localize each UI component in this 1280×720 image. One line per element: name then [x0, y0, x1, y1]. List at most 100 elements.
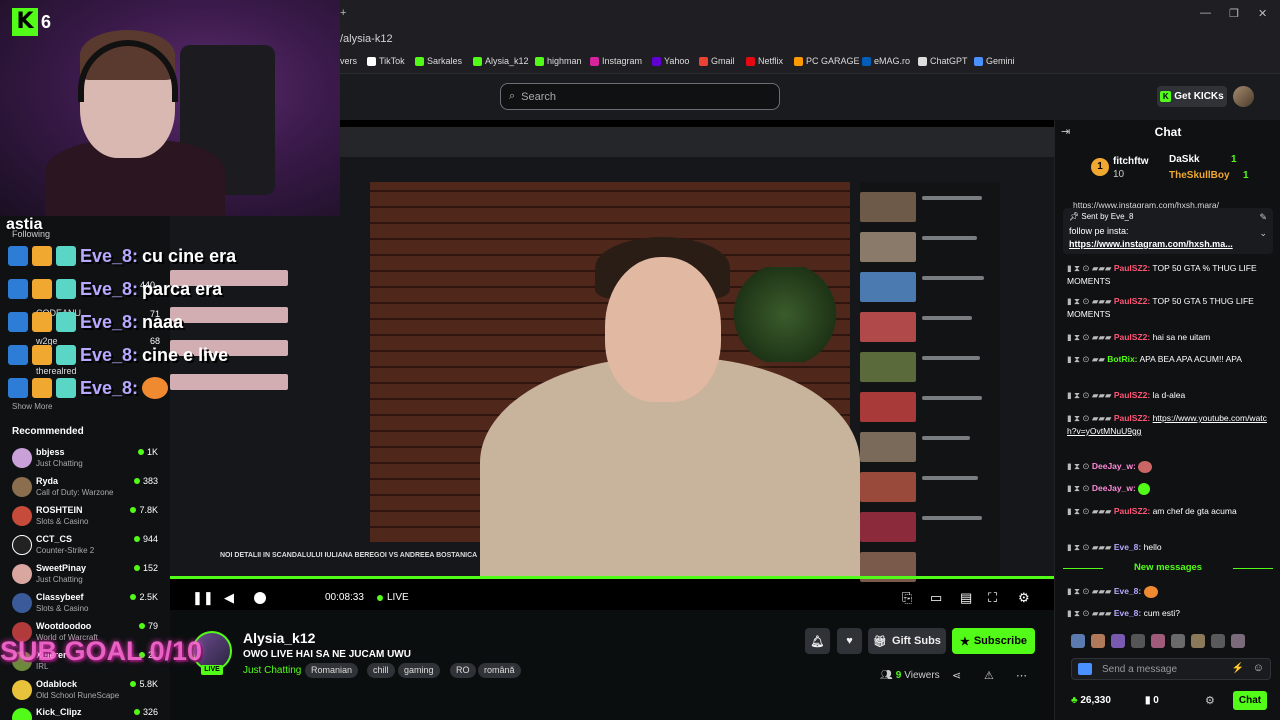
tiktok-icon	[367, 56, 376, 66]
overlay-chat-message: Eve_8: cu cine era	[8, 242, 236, 270]
user-avatar[interactable]	[1233, 86, 1254, 107]
theater-mode-icon[interactable]: ▤	[960, 590, 972, 606]
video-thumbnail	[860, 352, 916, 382]
recommended-channel[interactable]: bbjess Just Chatting 1K	[8, 446, 160, 474]
emote-icon[interactable]	[1111, 634, 1125, 648]
subscribe-button[interactable]: ★ Subscribe	[952, 628, 1035, 654]
badge-icon	[56, 378, 76, 398]
tag-chill[interactable]: chill	[367, 663, 395, 678]
notification-bell-button[interactable]: 🔔︎	[805, 628, 830, 654]
pause-icon[interactable]: ❚❚	[192, 590, 214, 606]
tag-gaming[interactable]: gaming	[398, 663, 440, 678]
show-more-link[interactable]: Show More	[12, 402, 52, 411]
maximize-icon[interactable]: ❐	[1229, 7, 1239, 20]
chat-send-button[interactable]: Chat	[1233, 691, 1267, 710]
new-messages-divider[interactable]: New messages	[1063, 562, 1273, 573]
command-icon[interactable]: ⚡	[1232, 663, 1244, 674]
bookmark-instagram[interactable]: Instagram	[590, 56, 642, 66]
emoji-icon[interactable]: ☺	[1253, 662, 1264, 674]
bookmark-gmail[interactable]: Gmail	[699, 56, 735, 66]
volume-slider[interactable]	[254, 592, 266, 604]
text-line	[922, 516, 982, 520]
live-indicator[interactable]: LIVE	[377, 592, 409, 603]
emote-icon[interactable]	[1131, 634, 1145, 648]
bookmark[interactable]: vers	[340, 56, 357, 66]
bookmark-yahoo[interactable]: Yahoo	[652, 56, 689, 66]
chat-identity-icon[interactable]	[1078, 663, 1092, 675]
bookmark-emag[interactable]: eMAG.ro	[862, 56, 910, 66]
unpin-icon[interactable]: ✎	[1259, 212, 1267, 223]
emote-icon[interactable]	[1151, 634, 1165, 648]
settings-gear-icon[interactable]: ⚙	[1018, 590, 1030, 606]
bookmark-sarkales[interactable]: Sarkales	[415, 56, 462, 66]
channel-name[interactable]: Alysia_k12	[243, 630, 315, 646]
tag-romana[interactable]: română	[478, 663, 521, 678]
tag-romanian[interactable]: Romanian	[305, 663, 359, 678]
kicks-balance[interactable]: ♣ 26,330	[1071, 695, 1111, 706]
badge-icon	[56, 246, 76, 266]
volume-icon[interactable]: ◀	[224, 590, 234, 606]
plant	[730, 267, 840, 362]
stream-category[interactable]: Just Chatting	[243, 665, 301, 676]
bookmark-netflix[interactable]: Netflix	[746, 56, 783, 66]
presenter-head	[605, 257, 721, 402]
recommended-channel[interactable]: SweetPinay Just Chatting 152	[8, 562, 160, 590]
clip-icon[interactable]: ⎘	[902, 590, 912, 606]
bookmark-alysia[interactable]: Alysia_k12	[473, 56, 529, 66]
pinned-sender-row: 📌︎ Sent by Eve_8	[1069, 212, 1134, 221]
bookmark-pcgarage[interactable]: PC GARAGE	[794, 56, 860, 66]
text-line	[922, 436, 970, 440]
tag-ro[interactable]: RO	[450, 663, 476, 678]
emote-icon[interactable]	[1191, 634, 1205, 648]
stream-progress-bar[interactable]	[170, 576, 1054, 579]
new-tab-icon[interactable]: +	[340, 7, 346, 19]
url-text[interactable]: /alysia-k12	[340, 33, 393, 45]
crown-icon	[32, 246, 52, 266]
emote-icon[interactable]	[1071, 634, 1085, 648]
recommended-channel[interactable]: Classybeef Slots & Casino 2.5K	[8, 591, 160, 619]
viewer-count: 👥︎ 9 Viewers	[880, 670, 940, 681]
search-placeholder: Search	[521, 90, 557, 103]
trophy-icon: 1	[1091, 158, 1109, 176]
chat-message: ▮ ⧗ ⊙ ▰▰▰ Eve_8: cum esti?	[1067, 608, 1180, 618]
close-icon[interactable]: ✕	[1258, 7, 1267, 20]
chevron-down-icon[interactable]: ⌄	[1259, 228, 1267, 239]
report-icon[interactable]: ⚠	[984, 669, 994, 682]
fullscreen-icon[interactable]: ⛶	[988, 590, 997, 606]
emag-icon	[862, 56, 871, 66]
share-icon[interactable]: ⋖	[952, 669, 961, 682]
gift-subs-button[interactable]: 🎁︎ Gift Subs	[868, 628, 946, 654]
search-input[interactable]: ⌕ Search	[500, 83, 780, 110]
webcam-name-overlay: astia	[6, 216, 43, 233]
chat-input[interactable]: Send a message ⚡ ☺	[1071, 658, 1271, 680]
video-thumbnail	[860, 312, 916, 342]
emote-icon[interactable]	[1171, 634, 1185, 648]
recommended-channel[interactable]: Odablock Old School RuneScape 5.8K	[8, 678, 160, 706]
emote-icon[interactable]	[1211, 634, 1225, 648]
viewer-count: 944	[133, 534, 158, 544]
chatgpt-icon	[918, 56, 927, 66]
chat-gift-count[interactable]: ▮ 0	[1145, 695, 1159, 706]
follow-button[interactable]: ♥	[837, 628, 862, 654]
stream-title: OWO LIVE HAI SA NE JUCAM UWU	[243, 649, 411, 660]
recommended-channel[interactable]: CCT_CS Counter-Strike 2 944	[8, 533, 160, 561]
channel-avatar	[12, 564, 32, 584]
emote-icon[interactable]	[1231, 634, 1245, 648]
get-kicks-button[interactable]: K Get KICKs	[1157, 86, 1227, 107]
recommended-channel[interactable]: ROSHTEIN Slots & Casino 7.8K	[8, 504, 160, 532]
bookmark-highman[interactable]: highman	[535, 56, 582, 66]
mini-player-icon[interactable]: ▭	[930, 590, 942, 606]
recommended-channel[interactable]: Kick_Clipz 326	[8, 706, 160, 720]
bookmark-tiktok[interactable]: TikTok	[367, 56, 405, 66]
bookmark-chatgpt[interactable]: ChatGPT	[918, 56, 968, 66]
chat-message: ▮ ⧗ ⊙ DeeJay_w:	[1067, 460, 1272, 473]
more-icon[interactable]: ⋯	[1016, 669, 1027, 682]
text-line	[922, 356, 980, 360]
bookmark-gemini[interactable]: Gemini	[974, 56, 1015, 66]
minimize-icon[interactable]: —	[1200, 7, 1211, 19]
emote-icon[interactable]	[1091, 634, 1105, 648]
chat-settings-gear-icon[interactable]: ⚙	[1205, 694, 1215, 707]
live-dot-icon	[133, 536, 140, 542]
pinned-link[interactable]: https://www.instagram.com/hxsh.ma...	[1069, 239, 1233, 249]
recommended-channel[interactable]: Ryda Call of Duty: Warzone 383	[8, 475, 160, 503]
